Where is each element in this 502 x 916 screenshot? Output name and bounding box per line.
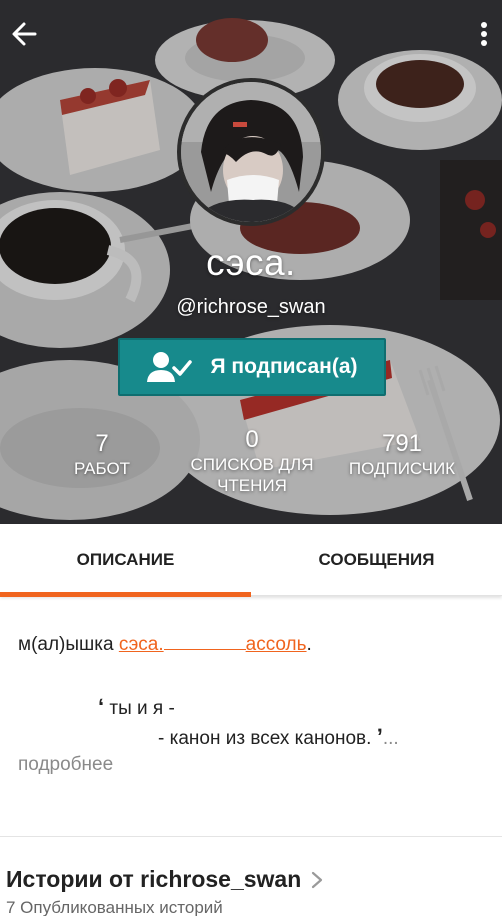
stat-reading-lists[interactable]: 0 СПИСКОВ ДЛЯ ЧТЕНИЯ — [180, 426, 324, 496]
link-spacer — [163, 634, 246, 650]
more-options-button[interactable] — [472, 14, 496, 54]
tab-messages[interactable]: СООБЩЕНИЯ — [251, 524, 502, 596]
quote-line-2: - канон из всех канонов. ʼ... — [158, 724, 399, 750]
stat-reading-lists-label: СПИСКОВ ДЛЯ ЧТЕНИЯ — [190, 455, 314, 495]
avatar-image — [181, 82, 321, 222]
chevron-right-icon — [312, 871, 323, 888]
quote-line-1-text: ты и я - — [109, 698, 175, 719]
following-button-label: Я подписан(а) — [210, 355, 358, 378]
tab-description[interactable]: ОПИСАНИЕ — [0, 524, 251, 597]
stories-count: 7 Опубликованных историй — [6, 898, 223, 916]
arrow-left-icon — [12, 22, 37, 46]
stat-works[interactable]: 7 РАБОТ — [62, 430, 142, 479]
profile-tabs: ОПИСАНИЕ СООБЩЕНИЯ — [0, 524, 502, 597]
stat-works-count: 7 — [95, 430, 109, 457]
stories-section-header[interactable]: Истории от richrose_swan — [6, 866, 323, 893]
stories-title: Истории от richrose_swan — [6, 866, 302, 892]
back-button[interactable] — [4, 14, 44, 54]
tab-messages-label: СООБЩЕНИЯ — [318, 550, 435, 569]
mention-link-1[interactable]: сэса. — [119, 634, 164, 655]
quote-line-2-text: - канон из всех канонов. — [158, 728, 372, 749]
mention-link-2[interactable]: ассоль — [246, 634, 307, 655]
stat-works-label: РАБОТ — [73, 459, 131, 478]
read-more-link[interactable]: подробнее — [18, 754, 113, 776]
following-button[interactable]: Я подписан(а) — [118, 338, 386, 396]
description-suffix: . — [306, 634, 312, 655]
profile-cover: сэса. @richrose_swan Я подписан(а) 7 РАБ… — [0, 0, 502, 524]
section-divider — [0, 836, 502, 837]
stat-reading-lists-count: 0 — [245, 426, 259, 453]
quote-line-1: ʻ ты и я - — [98, 694, 175, 720]
truncation-ellipsis: ... — [382, 728, 399, 749]
active-tab-indicator — [0, 592, 251, 597]
profile-handle: @richrose_swan — [176, 296, 326, 318]
avatar[interactable] — [177, 78, 325, 226]
quote-open-mark: ʻ — [98, 694, 105, 719]
description-line: м(ал)ышка сэса. ассоль. — [18, 634, 312, 656]
more-vertical-icon — [481, 22, 487, 46]
stat-followers-label: ПОДПИСЧИК — [348, 459, 456, 478]
stat-followers-count: 791 — [381, 430, 423, 457]
tab-description-label: ОПИСАНИЕ — [76, 550, 175, 569]
user-check-icon — [147, 352, 193, 382]
description-prefix: м(ал)ышка — [18, 634, 114, 655]
profile-name: сэса. — [206, 242, 296, 283]
stat-followers[interactable]: 791 ПОДПИСЧИК — [336, 430, 468, 479]
